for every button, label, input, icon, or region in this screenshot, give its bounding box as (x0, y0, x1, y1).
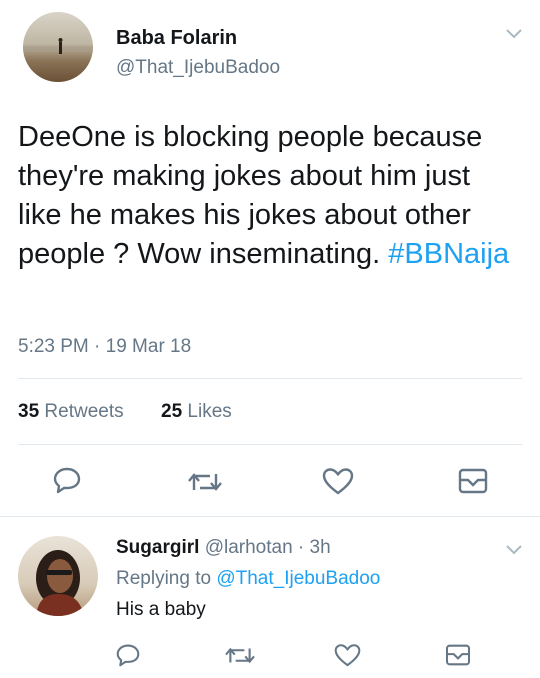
reply-icon[interactable] (115, 643, 141, 667)
retweets-count: 35 (18, 401, 40, 422)
replying-to-handle[interactable]: @That_IjebuBadoo (216, 568, 380, 589)
reply-avatar[interactable] (18, 536, 98, 616)
divider (18, 444, 522, 445)
likes-stat[interactable]: 25 Likes (161, 401, 232, 423)
retweets-stat[interactable]: 35 Retweets (18, 401, 124, 423)
author-name[interactable]: Baba Folarin (116, 27, 237, 50)
reply-header: Sugargirl @larhotan · 3h (116, 537, 331, 559)
retweets-label: Retweets (44, 401, 124, 422)
retweet-icon[interactable] (188, 470, 222, 494)
chevron-down-icon[interactable] (505, 28, 523, 40)
reply-author-handle[interactable]: @larhotan (205, 537, 293, 558)
likes-count: 25 (161, 401, 183, 422)
chevron-down-icon[interactable] (505, 544, 523, 556)
replying-to-label: Replying to (116, 568, 212, 589)
share-icon[interactable] (445, 644, 471, 666)
divider (18, 378, 522, 379)
reply-author-name[interactable]: Sugargirl (116, 537, 199, 558)
tweet-text: DeeOne is blocking people because they'r… (18, 118, 518, 274)
tweet-timestamp[interactable]: 5:23 PM · 19 Mar 18 (18, 336, 191, 358)
section-divider (0, 516, 540, 517)
reply-time[interactable]: · 3h (298, 537, 331, 558)
hashtag-link[interactable]: #BBNaija (388, 238, 509, 270)
author-avatar[interactable] (23, 12, 93, 82)
share-icon[interactable] (458, 468, 488, 494)
replying-to: Replying to @That_IjebuBadoo (116, 568, 380, 590)
like-icon[interactable] (334, 643, 361, 667)
author-handle[interactable]: @That_IjebuBadoo (116, 57, 280, 79)
reply-icon[interactable] (52, 466, 82, 494)
reply-text: His a baby (116, 599, 206, 620)
likes-label: Likes (187, 401, 232, 422)
retweet-icon[interactable] (225, 645, 255, 666)
like-icon[interactable] (322, 467, 354, 495)
